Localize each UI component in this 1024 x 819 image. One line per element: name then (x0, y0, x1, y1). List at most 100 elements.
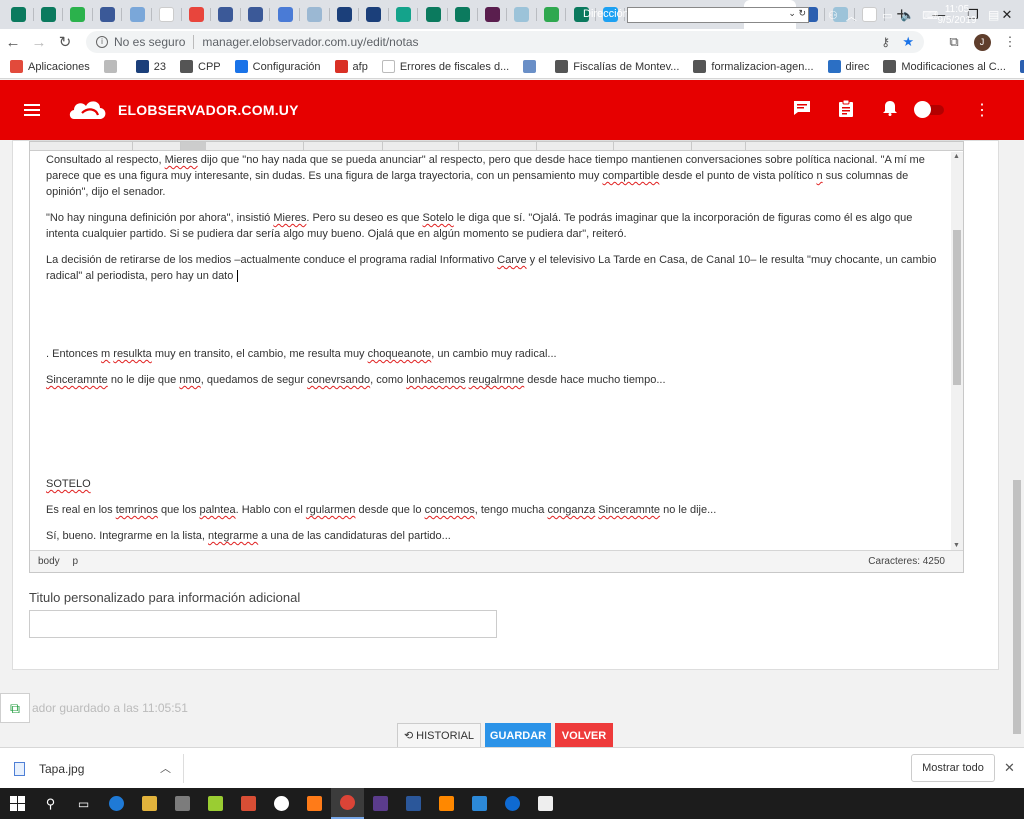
duplicate-icon[interactable]: ⧉ (0, 693, 30, 723)
taskbar-app[interactable] (265, 788, 298, 819)
editor-paragraph[interactable] (46, 424, 940, 440)
extension-icon[interactable]: ⧉ (940, 34, 968, 50)
browser-tab[interactable] (34, 0, 64, 29)
taskbar-app[interactable] (232, 788, 265, 819)
browser-tab[interactable] (359, 0, 389, 29)
bookmark-item[interactable] (523, 60, 541, 73)
bookmark-item[interactable]: Configuración (234, 60, 321, 73)
browser-tab[interactable] (122, 0, 152, 29)
back-arrow-icon[interactable]: ← (0, 34, 26, 51)
browser-tab[interactable] (4, 0, 34, 29)
page-scroll-thumb[interactable] (1013, 480, 1021, 734)
editor-paragraph[interactable]: La decisión de retirarse de los medios –… (46, 252, 940, 284)
key-icon[interactable]: ⚷ (881, 35, 890, 49)
browser-tab[interactable] (270, 0, 300, 29)
history-button[interactable]: ⟲ HISTORIAL (397, 723, 481, 748)
dropdown-chevron-icon[interactable]: ⌄ ↻ (788, 8, 806, 19)
scroll-down-icon[interactable]: ▼ (953, 542, 960, 549)
bell-icon[interactable] (868, 100, 912, 120)
info-icon[interactable]: i (96, 36, 108, 48)
editor-paragraph[interactable]: Sinceramnte no le dije que nmo, quedamos… (46, 372, 940, 388)
bookmark-item[interactable]: direc (827, 60, 869, 73)
taskbar-app[interactable] (100, 788, 133, 819)
bookmark-item[interactable]: CPP (180, 60, 221, 73)
task-view-icon[interactable]: ▭ (67, 788, 100, 819)
browser-tab[interactable] (478, 0, 508, 29)
browser-tab[interactable] (418, 0, 448, 29)
bookmark-item[interactable]: Modificaciones al C... (883, 60, 1006, 73)
browser-tab[interactable] (241, 0, 271, 29)
editor-scroll-thumb[interactable] (953, 230, 961, 385)
tray-chevron-icon[interactable]: ︿ (846, 8, 857, 24)
windows-start-icon[interactable] (0, 788, 34, 819)
editor-paragraph[interactable] (46, 320, 940, 336)
forward-arrow-icon[interactable]: → (26, 34, 52, 51)
volume-icon[interactable]: 🔈 (901, 9, 915, 22)
app-menu-icon[interactable]: ⋮ (974, 100, 990, 120)
back-button[interactable]: VOLVER (555, 723, 613, 748)
browser-tab[interactable] (152, 0, 182, 29)
taskbar-app[interactable] (199, 788, 232, 819)
chevron-up-icon[interactable]: ︿ (160, 760, 171, 776)
path-body[interactable]: body (38, 556, 60, 567)
browser-menu-icon[interactable]: ⋮ (996, 34, 1024, 50)
taskbar-app[interactable] (397, 788, 430, 819)
bookmark-item[interactable]: Aplicaciones (10, 60, 90, 73)
download-item[interactable]: Tapa.jpg (14, 748, 84, 789)
taskbar-app[interactable] (331, 788, 364, 819)
page-scrollbar[interactable] (1010, 140, 1024, 747)
taskbar-app[interactable] (364, 788, 397, 819)
profile-avatar[interactable]: J (968, 33, 996, 51)
bookmark-item[interactable]: Errores de fiscales d... (381, 60, 509, 73)
theme-toggle[interactable] (914, 101, 944, 118)
editor-paragraph[interactable] (46, 294, 940, 310)
scroll-up-icon[interactable]: ▲ (953, 153, 960, 160)
editor-paragraph[interactable] (46, 398, 940, 414)
editor-scrollbar[interactable]: ▲ ▼ (951, 152, 963, 550)
editor-content[interactable]: Consultado al respecto, Mieres dijo que … (46, 152, 940, 552)
save-button[interactable]: GUARDAR (485, 723, 551, 748)
taskbar-app[interactable] (166, 788, 199, 819)
editor-paragraph[interactable] (46, 450, 940, 466)
bookmark-item[interactable]: afp (334, 60, 368, 73)
taskbar-app[interactable] (430, 788, 463, 819)
browser-tab[interactable] (211, 0, 241, 29)
bookmark-item[interactable]: Fiscalías de Montev... (555, 60, 679, 73)
url-text[interactable]: manager.elobservador.com.uy/edit/notas (202, 35, 418, 49)
taskbar-app[interactable] (133, 788, 166, 819)
network-icon[interactable]: ⊡ (865, 9, 874, 22)
browser-tab[interactable] (448, 0, 478, 29)
browser-tab[interactable] (182, 0, 212, 29)
taskbar-app[interactable] (529, 788, 562, 819)
hamburger-menu-icon[interactable] (24, 104, 40, 116)
browser-tab[interactable] (300, 0, 330, 29)
browser-tab[interactable] (389, 0, 419, 29)
taskbar-app[interactable] (496, 788, 529, 819)
editor-paragraph[interactable]: "No hay ninguna definición por ahora", i… (46, 210, 940, 242)
battery-icon[interactable]: ▭ (882, 9, 892, 22)
chat-icon[interactable] (780, 100, 824, 120)
editor-paragraph[interactable]: SOTELO (46, 476, 940, 492)
show-all-button[interactable]: Mostrar todo (911, 754, 995, 782)
bookmark-star-icon[interactable]: ★ (902, 34, 914, 50)
reload-icon[interactable]: ↻ (52, 33, 78, 51)
browser-tab[interactable] (507, 0, 537, 29)
bookmark-item[interactable]: Charbeat (1019, 60, 1024, 73)
bookmark-item[interactable]: 23 (135, 60, 166, 73)
people-icon[interactable]: ⚇ (828, 9, 838, 22)
editor-paragraph[interactable]: Consultado al respecto, Mieres dijo que … (46, 152, 940, 200)
taskbar-clock[interactable]: 11:05 9/5/2019 (936, 4, 978, 26)
editor-paragraph[interactable]: Es real en los temrinos que los palntea.… (46, 502, 940, 518)
browser-tab[interactable] (63, 0, 93, 29)
toolbar-button[interactable] (180, 142, 206, 151)
brand-name[interactable]: ELOBSERVADOR.COM.UY (118, 102, 299, 118)
taskbar-app[interactable] (463, 788, 496, 819)
address-toolbar-input[interactable]: ⌄ ↻ (627, 7, 809, 23)
path-p[interactable]: p (72, 556, 78, 567)
editor-paragraph[interactable]: . Entonces m resulkta muy en transito, e… (46, 346, 940, 362)
browser-tab[interactable] (330, 0, 360, 29)
search-icon[interactable]: ⚲ (34, 788, 67, 819)
editor-paragraph[interactable]: Sí, bueno. Integrarme en la lista, ntegr… (46, 528, 940, 544)
bookmark-item[interactable] (103, 60, 122, 73)
bookmark-item[interactable]: formalizacion-agen... (693, 60, 814, 73)
